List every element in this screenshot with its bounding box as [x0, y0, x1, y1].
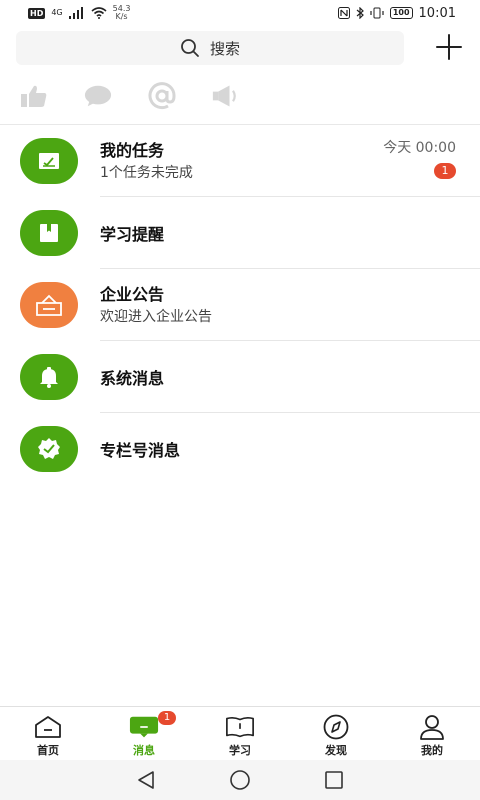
- bluetooth-icon: [356, 7, 364, 19]
- search-label: 搜索: [209, 39, 240, 58]
- tab-label: 消息: [133, 744, 155, 757]
- recents-icon[interactable]: [324, 770, 344, 790]
- tab-home[interactable]: 首页: [0, 707, 96, 760]
- tab-study[interactable]: 学习: [192, 707, 288, 760]
- tab-label: 学习: [229, 744, 251, 757]
- bookmark-icon: [20, 210, 78, 256]
- list-item-subtitle: 欢迎进入企业公告: [100, 309, 212, 325]
- network-speed: 54.3 K/s: [112, 4, 131, 21]
- home-button-icon[interactable]: [229, 769, 251, 791]
- list-item-title: 学习提醒: [100, 225, 165, 244]
- tab-label: 发现: [325, 744, 347, 757]
- at-sign-icon[interactable]: [148, 82, 176, 110]
- tab-label: 首页: [37, 744, 59, 757]
- list-item-title: 系统消息: [100, 369, 165, 388]
- bell-icon: [20, 354, 78, 400]
- book-icon: [225, 715, 255, 739]
- wifi-icon: [91, 7, 107, 19]
- clock: 10:01: [418, 5, 456, 21]
- signal-icon: [68, 7, 83, 19]
- search-row: 搜索: [16, 30, 464, 66]
- tab-label: 我的: [421, 744, 443, 757]
- bottom-nav: 首页 消息 1 学习 发现 我的: [0, 706, 480, 760]
- list-item-study-reminder[interactable]: 学习提醒: [0, 197, 480, 269]
- search-input[interactable]: 搜索: [16, 31, 404, 65]
- verified-badge-icon: [20, 426, 78, 472]
- speaker-icon[interactable]: [212, 82, 240, 110]
- tab-profile[interactable]: 我的: [384, 707, 480, 760]
- hd-indicator: HD: [28, 7, 46, 19]
- back-icon[interactable]: [136, 770, 156, 790]
- list-item-title: 专栏号消息: [100, 441, 181, 460]
- nav-badge: 1: [158, 711, 176, 725]
- list-item-title: 我的任务: [100, 141, 165, 160]
- home-icon: [33, 715, 63, 739]
- thumbs-up-icon[interactable]: [20, 82, 48, 110]
- quick-actions: [20, 82, 240, 110]
- list-item-system[interactable]: 系统消息: [0, 341, 480, 413]
- message-list: 我的任务 1个任务未完成 今天 00:00 1 学习提醒 企业公告 欢迎进入企业…: [0, 125, 480, 485]
- status-bar: HD 4G 54.3 K/s 100 10:01: [0, 0, 480, 26]
- tab-discover[interactable]: 发现: [288, 707, 384, 760]
- tab-messages[interactable]: 消息 1: [96, 707, 192, 760]
- compass-icon: [321, 714, 351, 740]
- user-icon: [417, 715, 447, 740]
- message-icon: [129, 715, 159, 739]
- vibrate-icon: [370, 7, 384, 19]
- announcement-icon: [20, 282, 78, 328]
- system-nav-bar: [0, 760, 480, 800]
- list-item-announcement[interactable]: 企业公告 欢迎进入企业公告: [0, 269, 480, 341]
- list-item-title: 企业公告: [100, 285, 165, 304]
- battery-indicator: 100: [389, 7, 413, 19]
- list-item-tasks[interactable]: 我的任务 1个任务未完成 今天 00:00 1: [0, 125, 480, 197]
- nfc-icon: [337, 7, 350, 19]
- unread-badge: 1: [434, 163, 456, 179]
- search-icon: [181, 39, 199, 57]
- chat-bubble-icon[interactable]: [84, 82, 112, 110]
- network-type: 4G: [51, 8, 63, 17]
- list-item-subtitle: 1个任务未完成: [100, 165, 193, 181]
- list-item-time: 今天 00:00: [383, 140, 456, 156]
- task-check-icon: [20, 138, 78, 184]
- list-item-column[interactable]: 专栏号消息: [0, 413, 480, 485]
- add-button[interactable]: [434, 32, 464, 62]
